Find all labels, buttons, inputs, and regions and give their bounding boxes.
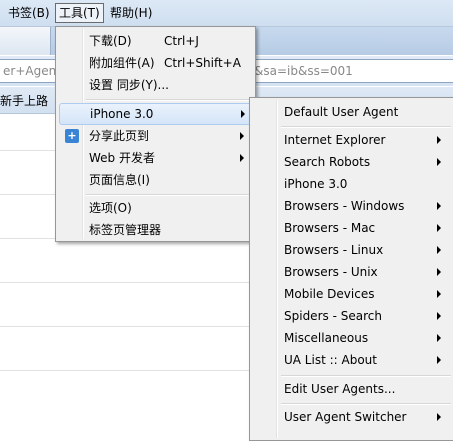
submenu-arrow-icon [240, 132, 244, 140]
menu-separator [281, 403, 451, 405]
submenu-item-label: Browsers - Linux [284, 243, 384, 257]
menu-item-label: 页面信息(I) [89, 173, 150, 187]
submenu-item-label: User Agent Switcher [284, 410, 407, 424]
menu-bookmarks[interactable]: 书签(B) [5, 4, 53, 22]
menu-tools[interactable]: 工具(T) [55, 3, 104, 23]
submenu-item-label: iPhone 3.0 [284, 177, 348, 191]
submenu-arrow-icon [437, 224, 441, 232]
submenu-item-label: Internet Explorer [284, 133, 386, 147]
menu-separator [281, 375, 451, 377]
url-text-right: &sa=ib&ss=001 [254, 64, 353, 78]
submenu-arrow-icon [437, 158, 441, 166]
submenu-item-label: Search Robots [284, 155, 371, 169]
submenu-item-label: Default User Agent [284, 105, 399, 119]
bookmark-item[interactable]: 新手上路 [0, 92, 48, 109]
submenu-item-label: Edit User Agents... [284, 382, 396, 396]
share-icon: + [65, 129, 79, 143]
submenu-arrow-icon [437, 356, 441, 364]
submenu-item-browsers-unix[interactable]: Browsers - Unix [253, 261, 451, 283]
menu-item-downloads[interactable]: 下载(D) Ctrl+J [59, 30, 252, 52]
submenu-item-browsers-linux[interactable]: Browsers - Linux [253, 239, 451, 261]
submenu-item-label: Browsers - Windows [284, 199, 405, 213]
submenu-arrow-icon [437, 268, 441, 276]
submenu-arrow-icon [437, 246, 441, 254]
submenu-item-label: Spiders - Search [284, 309, 382, 323]
submenu-arrow-icon [240, 154, 244, 162]
submenu-item-user-agent-switcher[interactable]: User Agent Switcher [253, 406, 451, 428]
submenu-item-browsers-windows[interactable]: Browsers - Windows [253, 195, 451, 217]
submenu-item-search-robots[interactable]: Search Robots [253, 151, 451, 173]
submenu-arrow-icon [437, 136, 441, 144]
submenu-arrow-icon [437, 413, 441, 421]
submenu-arrow-icon [437, 312, 441, 320]
submenu-item-default-user-agent[interactable]: Default User Agent [253, 101, 451, 123]
menu-separator [86, 194, 252, 196]
submenu-arrow-icon [437, 334, 441, 342]
menu-separator [281, 126, 451, 128]
menu-item-label: 设置 同步(Y)... [89, 78, 169, 92]
menu-item-label: 标签页管理器 [89, 223, 162, 237]
submenu-item-label: Browsers - Mac [284, 221, 376, 235]
menu-item-share[interactable]: + 分享此页到 [59, 125, 252, 147]
menu-item-label: 选项(O) [89, 201, 132, 215]
submenu-arrow-icon [241, 110, 245, 118]
menu-item-label: Web 开发者 [89, 151, 155, 165]
menu-item-tab-manager[interactable]: 标签页管理器 [59, 219, 252, 241]
submenu-item-miscellaneous[interactable]: Miscellaneous [253, 327, 451, 349]
menu-bar: 书签(B) 工具(T) 帮助(H) [0, 0, 453, 27]
shortcut-label: Ctrl+Shift+A [164, 56, 241, 70]
menu-item-page-info[interactable]: 页面信息(I) [59, 169, 252, 191]
tools-menu: 下载(D) Ctrl+J 附加组件(A) Ctrl+Shift+A 设置 同步(… [55, 26, 256, 242]
menu-item-addons[interactable]: 附加组件(A) Ctrl+Shift+A [59, 52, 252, 74]
shortcut-label: Ctrl+J [164, 34, 199, 48]
submenu-item-internet-explorer[interactable]: Internet Explorer [253, 129, 451, 151]
menu-item-label: iPhone 3.0 [90, 107, 154, 121]
submenu-item-ua-list-about[interactable]: UA List :: About [253, 349, 451, 371]
submenu-item-label: Mobile Devices [284, 287, 375, 301]
submenu-item-edit-user-agents[interactable]: Edit User Agents... [253, 378, 451, 400]
menu-help[interactable]: 帮助(H) [107, 4, 155, 22]
submenu-arrow-icon [437, 290, 441, 298]
menu-item-iphone[interactable]: iPhone 3.0 [59, 103, 254, 125]
submenu-arrow-icon [437, 202, 441, 210]
submenu-item-label: Miscellaneous [284, 331, 369, 345]
menu-item-label: 分享此页到 [89, 129, 150, 143]
menu-item-options[interactable]: 选项(O) [59, 197, 252, 219]
submenu-item-label: Browsers - Unix [284, 265, 378, 279]
menu-item-sync[interactable]: 设置 同步(Y)... [59, 74, 252, 96]
user-agent-submenu: Default User Agent Internet Explorer Sea… [249, 97, 453, 441]
menu-item-label: 下载(D) [89, 34, 132, 48]
submenu-item-mobile-devices[interactable]: Mobile Devices [253, 283, 451, 305]
menu-separator [86, 99, 252, 101]
menu-item-web-developer[interactable]: Web 开发者 [59, 147, 252, 169]
browser-tab[interactable] [0, 27, 51, 55]
submenu-item-iphone[interactable]: iPhone 3.0 [253, 173, 451, 195]
submenu-item-browsers-mac[interactable]: Browsers - Mac [253, 217, 451, 239]
menu-item-label: 附加组件(A) [89, 56, 155, 70]
submenu-item-label: UA List :: About [284, 353, 377, 367]
url-text-left: er+Agent [3, 64, 61, 78]
submenu-item-spiders-search[interactable]: Spiders - Search [253, 305, 451, 327]
